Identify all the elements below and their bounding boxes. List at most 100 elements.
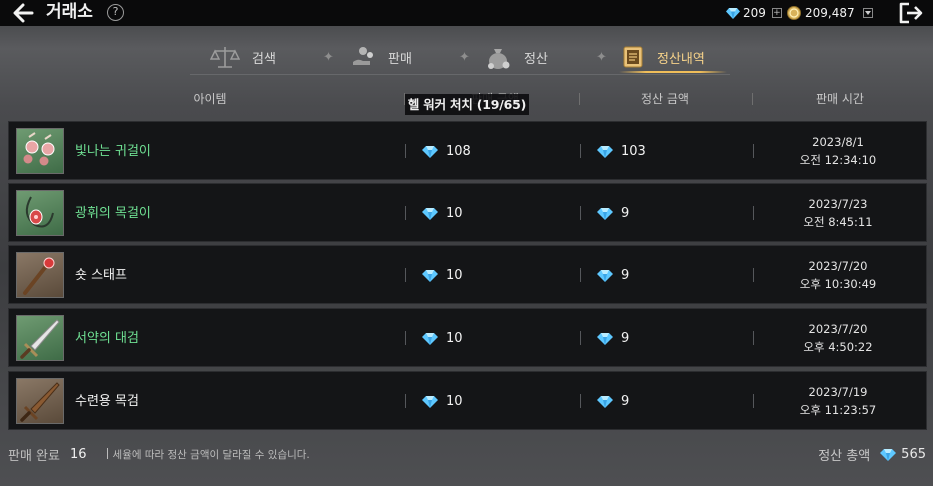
tab-bar: 검색 ✦ 판매 ✦ 정산 ✦ 정산내역	[0, 40, 933, 74]
cell-divider	[405, 144, 406, 158]
tab-sell[interactable]: 판매	[350, 40, 412, 74]
diamond-icon	[597, 146, 613, 158]
item-thumbnail	[16, 128, 64, 174]
tab-label: 검색	[252, 51, 276, 67]
tab-separator-icon: ✦	[323, 50, 334, 65]
table-row[interactable]: 숏 스태프 10 9 2023/7/20 오후 10:30:49	[8, 245, 927, 304]
item-thumbnail	[16, 378, 64, 424]
sale-clock: 오후 10:30:49	[799, 277, 877, 291]
sale-time: 2023/8/1 오전 12:34:10	[763, 133, 913, 169]
staff-icon	[23, 257, 55, 295]
gold-amount: 209,487	[805, 6, 855, 20]
table-row[interactable]: 수련용 목검 10 9 2023/7/19 오후 11:23:57	[8, 371, 927, 430]
sale-amount-value: 10	[446, 268, 463, 283]
table-row[interactable]: 광휘의 목걸이 10 9 2023/7/23 오전 8:45:11	[8, 183, 927, 242]
sale-amount: 10	[422, 246, 463, 305]
sale-date: 2023/7/20	[808, 322, 868, 336]
sale-clock: 오전 8:45:11	[803, 215, 873, 229]
sale-date: 2023/8/1	[812, 135, 864, 149]
cell-divider	[753, 268, 754, 282]
add-diamond-button[interactable]: +	[771, 8, 782, 18]
sale-time: 2023/7/23 오전 8:45:11	[763, 195, 913, 231]
sale-amount: 108	[422, 122, 471, 181]
diamond-icon	[880, 448, 897, 461]
exit-icon[interactable]	[898, 1, 924, 25]
cell-divider	[580, 394, 581, 408]
scale-icon	[210, 47, 240, 68]
necklace-icon	[25, 196, 54, 228]
cell-divider	[405, 206, 406, 220]
cell-divider	[405, 268, 406, 282]
cell-divider	[405, 394, 406, 408]
settle-amount-value: 103	[621, 144, 646, 159]
settle-amount: 9	[597, 309, 629, 368]
diamond-icon	[597, 333, 613, 345]
diamond-icon	[726, 8, 740, 19]
diamond-icon	[422, 146, 438, 158]
cell-divider	[753, 206, 754, 220]
sale-clock: 오후 4:50:22	[803, 340, 873, 354]
item-name: 광휘의 목걸이	[75, 206, 151, 221]
help-icon[interactable]: ?	[107, 4, 124, 21]
gold-coin-icon	[787, 6, 801, 20]
sale-amount-value: 10	[446, 206, 463, 221]
item-thumbnail	[16, 315, 64, 361]
column-divider	[579, 93, 580, 105]
page-title: 거래소	[46, 2, 93, 22]
item-name: 서약의 대검	[75, 331, 139, 346]
sale-time: 2023/7/20 오후 10:30:49	[763, 257, 913, 293]
quest-tooltip: 헬 워커 처치 (19/65)	[405, 94, 529, 115]
wooden-sword-icon	[20, 382, 60, 422]
earring-icon	[23, 132, 55, 166]
sales-complete-summary: 판매 완료 16 세율에 따라 정산 금액이 달라질 수 있습니다.	[8, 444, 310, 464]
sale-amount: 10	[422, 184, 463, 243]
sale-date: 2023/7/19	[808, 385, 868, 399]
ledger-icon	[623, 46, 643, 68]
item-name: 빛나는 귀걸이	[75, 144, 151, 159]
settle-amount-value: 9	[621, 268, 630, 283]
table-row[interactable]: 서약의 대검 10 9 2023/7/20 오후 4:50:22	[8, 308, 927, 367]
table-row[interactable]: 빛나는 귀걸이 108 103 2023/8/1 오전 12:34:10	[8, 121, 927, 180]
settle-amount: 9	[597, 372, 629, 431]
diamond-icon	[597, 270, 613, 282]
cell-divider	[580, 268, 581, 282]
sales-complete-label: 판매 완료	[8, 448, 60, 464]
tab-settle[interactable]: 정산	[484, 40, 548, 74]
tab-settlement-history[interactable]: 정산내역	[621, 40, 705, 74]
tab-label: 정산내역	[657, 51, 705, 67]
sale-amount-value: 108	[446, 144, 471, 159]
top-bar: 거래소 ? 209 + 209,487	[0, 0, 933, 26]
cell-divider	[753, 331, 754, 345]
greatsword-icon	[20, 319, 60, 359]
tax-notice: 세율에 따라 정산 금액이 달라질 수 있습니다.	[107, 447, 310, 462]
diamond-icon	[422, 270, 438, 282]
sale-date: 2023/7/23	[808, 197, 868, 211]
settle-amount: 103	[597, 122, 646, 181]
tabs-divider	[190, 74, 730, 75]
tab-search[interactable]: 검색	[210, 40, 276, 74]
sale-clock: 오전 12:34:10	[799, 153, 877, 167]
sale-date: 2023/7/20	[808, 259, 868, 273]
sale-clock: 오후 11:23:57	[799, 403, 877, 417]
diamond-amount: 209	[743, 6, 766, 20]
currency-dropdown-button[interactable]	[862, 8, 873, 18]
column-header-sale-time: 판매 시간	[816, 92, 864, 106]
back-arrow-icon[interactable]	[10, 1, 36, 25]
cell-divider	[580, 331, 581, 345]
moneybag-icon	[488, 49, 510, 69]
diamond-icon	[422, 208, 438, 220]
sale-amount: 10	[422, 309, 463, 368]
sale-time: 2023/7/20 오후 4:50:22	[763, 320, 913, 356]
sales-complete-count: 16	[69, 446, 87, 462]
settle-amount-value: 9	[621, 206, 630, 221]
cell-divider	[580, 144, 581, 158]
item-name: 수련용 목검	[75, 394, 139, 409]
item-thumbnail	[16, 190, 64, 236]
tab-label: 정산	[524, 51, 548, 67]
diamond-icon	[422, 333, 438, 345]
diamond-icon	[597, 396, 613, 408]
tab-label: 판매	[388, 51, 412, 67]
sale-amount-value: 10	[446, 331, 463, 346]
gold-balance: 209,487	[787, 0, 873, 26]
cell-divider	[753, 144, 754, 158]
